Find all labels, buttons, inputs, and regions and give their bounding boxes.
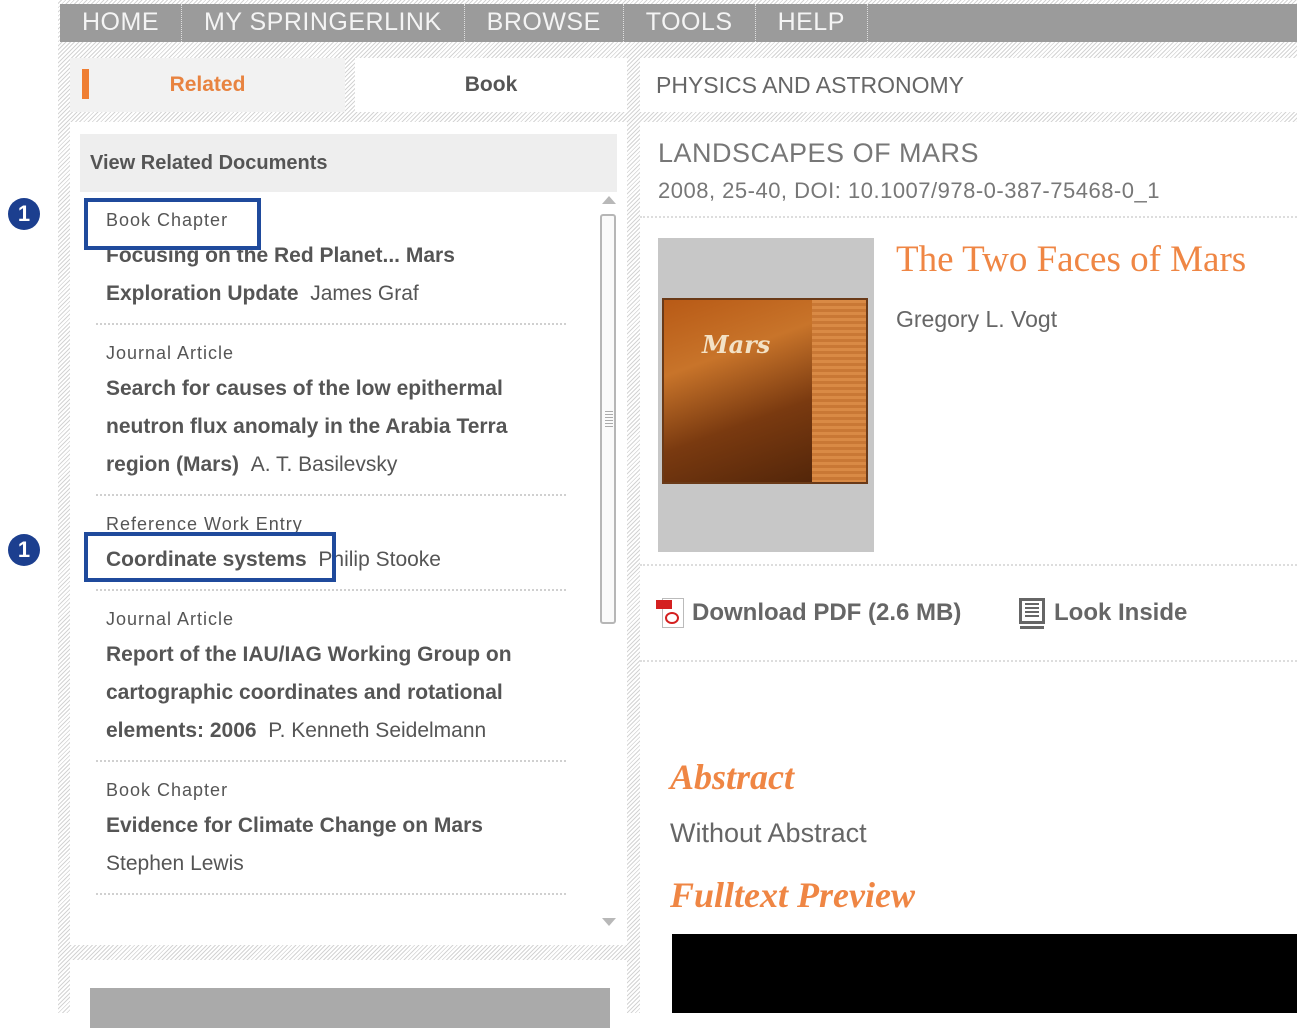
tab-related[interactable]: Related — [70, 58, 345, 112]
scroll-up-arrow-icon[interactable] — [602, 196, 616, 204]
subject-breadcrumb[interactable]: PHYSICS AND ASTRONOMY — [640, 58, 1297, 112]
highlight-box — [84, 532, 336, 582]
fulltext-preview-box[interactable] — [672, 934, 1297, 1013]
document-type: Book Chapter — [106, 780, 229, 800]
pdf-swirl — [665, 612, 679, 624]
document-title[interactable]: Evidence for Climate Change on Mars — [106, 814, 483, 837]
book-series-meta: 2008, 25-40, DOI: 10.1007/978-0-387-7546… — [658, 178, 1160, 203]
book-cover[interactable]: Mars — [658, 238, 874, 552]
list-item: Journal Article Report of the IAU/IAG Wo… — [96, 591, 566, 762]
download-pdf-link[interactable]: Download PDF (2.6 MB) — [656, 596, 961, 630]
preview-base — [1020, 626, 1044, 629]
document-type: Journal Article — [106, 343, 235, 363]
abstract-text: Without Abstract — [670, 818, 867, 848]
abstract-heading: Abstract — [670, 757, 795, 797]
lower-panel-header — [90, 988, 610, 1028]
divider — [640, 564, 1297, 566]
scroll-down-arrow-icon[interactable] — [602, 918, 616, 926]
pdf-badge — [656, 600, 672, 609]
scroll-grip-icon — [605, 411, 613, 429]
nav-home[interactable]: HOME — [60, 4, 182, 42]
tab-related-label: Related — [169, 73, 246, 96]
download-pdf-label: Download PDF (2.6 MB) — [692, 599, 962, 626]
active-tab-marker — [82, 69, 89, 99]
book-preview-icon — [1016, 596, 1048, 630]
scroll-thumb[interactable] — [600, 214, 616, 624]
top-navigation: HOME MY SPRINGERLINK BROWSE TOOLS HELP — [60, 4, 1297, 42]
preview-lines — [1025, 603, 1039, 619]
look-inside-link[interactable]: Look Inside — [1016, 596, 1187, 630]
callout-badge: 1 — [8, 534, 40, 566]
scrollbar[interactable] — [597, 192, 617, 932]
content-panel: LANDSCAPES OF MARS 2008, 25-40, DOI: 10.… — [640, 122, 1297, 1013]
document-author: Stephen Lewis — [106, 852, 244, 875]
document-title-link[interactable]: Report of the IAU/IAG Working Group on c… — [106, 636, 556, 750]
chapter-title: The Two Faces of Mars — [896, 239, 1247, 280]
document-title-link[interactable]: Search for causes of the low epithermal … — [106, 370, 556, 484]
related-header: View Related Documents — [80, 134, 617, 192]
cover-title: Mars — [702, 330, 771, 359]
document-author: Philip Stooke — [318, 548, 441, 571]
highlight-box — [84, 198, 261, 250]
pdf-icon — [656, 596, 686, 630]
cover-strip — [812, 300, 866, 482]
list-item: Book Chapter Evidence for Climate Change… — [96, 762, 566, 895]
list-item: Journal Article Search for causes of the… — [96, 325, 566, 496]
divider — [640, 216, 1297, 218]
document-title-link[interactable]: Evidence for Climate Change on Mars Step… — [106, 807, 556, 883]
document-type: Journal Article — [106, 609, 235, 629]
nav-my-springerlink[interactable]: MY SPRINGERLINK — [182, 4, 465, 42]
tab-book-label: Book — [464, 73, 518, 96]
chapter-author[interactable]: Gregory L. Vogt — [896, 306, 1057, 333]
callout-badge: 1 — [8, 198, 40, 230]
look-inside-label: Look Inside — [1054, 599, 1188, 626]
nav-help[interactable]: HELP — [756, 4, 868, 42]
document-author: P. Kenneth Seidelmann — [268, 719, 487, 742]
tab-book[interactable]: Book — [355, 58, 627, 112]
document-author: A. T. Basilevsky — [250, 453, 398, 476]
lower-panel — [70, 960, 627, 1028]
fulltext-preview-heading: Fulltext Preview — [670, 875, 915, 915]
document-author: James Graf — [310, 282, 419, 305]
nav-browse[interactable]: BROWSE — [465, 4, 624, 42]
divider — [640, 660, 1297, 662]
nav-tools[interactable]: TOOLS — [624, 4, 756, 42]
book-series-title[interactable]: LANDSCAPES OF MARS — [658, 138, 979, 169]
book-cover-image: Mars — [662, 298, 868, 484]
